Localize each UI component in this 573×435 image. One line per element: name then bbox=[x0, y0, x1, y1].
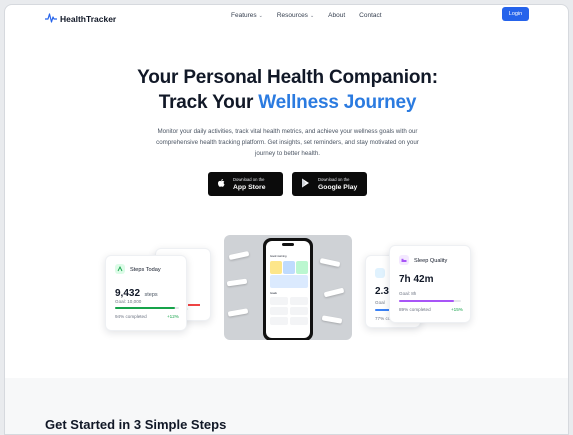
steps-card: Steps Today 9,432 steps Goal: 10,000 94%… bbox=[105, 255, 187, 331]
steps-progress-fill bbox=[115, 307, 176, 309]
steps-unit: steps bbox=[144, 292, 158, 298]
floating-tag bbox=[323, 287, 345, 298]
phone-section-label: Goals bbox=[270, 292, 277, 295]
hero-title-accent: Wellness Journey bbox=[258, 92, 417, 113]
sleep-goal: Goal: 8h bbox=[399, 291, 417, 296]
steps-delta: +12% bbox=[167, 314, 179, 319]
app-store-big: App Store bbox=[233, 184, 266, 191]
floating-tag bbox=[227, 308, 249, 317]
hero-title-line2: Track Your Wellness Journey bbox=[5, 90, 568, 115]
sleep-card-title: Sleep Quality bbox=[414, 258, 448, 264]
brand-logo[interactable]: HealthTracker bbox=[45, 10, 116, 28]
top-nav: HealthTracker Features ⌄ Resources ⌄ Abo… bbox=[5, 5, 568, 29]
floating-tag bbox=[321, 315, 343, 324]
phone-list-item bbox=[270, 297, 288, 305]
chevron-down-icon: ⌄ bbox=[309, 12, 315, 19]
sleep-card: Sleep Quality 7h 42m Goal: 8h 89% comple… bbox=[389, 245, 471, 323]
walking-icon bbox=[115, 264, 125, 274]
floating-tag bbox=[226, 278, 248, 287]
nav-item-label: Contact bbox=[359, 12, 382, 19]
brand-name: HealthTracker bbox=[60, 14, 117, 24]
steps-card-title: Steps Today bbox=[130, 267, 161, 273]
phone-tile-wide bbox=[270, 275, 308, 288]
water-drop-icon bbox=[375, 268, 385, 278]
phone-list-item bbox=[290, 317, 308, 325]
sleep-progress bbox=[399, 300, 461, 302]
phone-list-item bbox=[290, 297, 308, 305]
sleep-value: 7h 42m bbox=[399, 274, 434, 285]
floating-tag bbox=[319, 257, 341, 268]
play-store-icon bbox=[301, 175, 310, 193]
app-preview: Good morning Goals bbox=[224, 235, 352, 340]
phone-mockup: Good morning Goals bbox=[263, 238, 313, 340]
sleep-completed: 89% completed bbox=[399, 307, 431, 312]
browser-frame: HealthTracker Features ⌄ Resources ⌄ Abo… bbox=[4, 4, 569, 435]
nav-links: Features ⌄ Resources ⌄ About Contact bbox=[231, 12, 396, 19]
nav-item-resources[interactable]: Resources ⌄ bbox=[277, 12, 314, 19]
phone-screen: Good morning Goals bbox=[266, 241, 310, 338]
water-goal: Goal bbox=[375, 300, 385, 305]
google-play-text: Download on the Google Play bbox=[318, 176, 357, 192]
google-play-small: Download on the bbox=[318, 177, 350, 182]
steps-progress bbox=[115, 307, 179, 309]
hero-title-prefix: Track Your bbox=[158, 92, 259, 113]
nav-item-label: Features bbox=[231, 12, 257, 19]
phone-tile bbox=[283, 261, 295, 274]
nav-item-label: Resources bbox=[276, 12, 308, 19]
nav-item-contact[interactable]: Contact bbox=[359, 12, 381, 19]
heartbeat-icon bbox=[45, 10, 57, 28]
app-store-text: Download on the App Store bbox=[233, 176, 265, 192]
chevron-down-icon: ⌄ bbox=[258, 12, 263, 19]
hero-title: Your Personal Health Companion: Track Yo… bbox=[5, 65, 568, 115]
nav-item-label: About bbox=[328, 12, 346, 19]
steps-section-title: Get Started in 3 Simple Steps bbox=[45, 417, 227, 432]
back-card-bar bbox=[188, 304, 200, 306]
steps-goal: Goal: 10,000 bbox=[115, 299, 142, 304]
steps-chip bbox=[115, 264, 125, 274]
phone-header: Good morning bbox=[270, 255, 287, 258]
bed-icon bbox=[399, 255, 409, 265]
sleep-progress-fill bbox=[399, 300, 455, 302]
sleep-delta: +15% bbox=[451, 307, 463, 312]
google-play-button[interactable]: Download on the Google Play bbox=[292, 172, 367, 196]
phone-list-item bbox=[270, 307, 288, 315]
steps-value: 9,432 bbox=[115, 288, 141, 299]
phone-list-item bbox=[270, 317, 288, 325]
floating-tag bbox=[228, 250, 250, 261]
google-play-big: Google Play bbox=[318, 184, 358, 191]
phone-tile bbox=[296, 261, 308, 274]
water-value: 2.3 bbox=[375, 286, 389, 297]
login-button[interactable]: Login bbox=[502, 7, 529, 21]
nav-item-about[interactable]: About bbox=[328, 12, 345, 19]
app-store-small: Download on the bbox=[233, 177, 265, 182]
phone-list-item bbox=[290, 307, 308, 315]
apple-icon bbox=[217, 175, 225, 193]
hero-description: Monitor your daily activities, track vit… bbox=[156, 128, 419, 157]
phone-notch bbox=[282, 243, 294, 246]
steps-completed: 94% completed bbox=[115, 314, 147, 319]
app-store-button[interactable]: Download on the App Store bbox=[208, 172, 283, 196]
phone-tile bbox=[270, 261, 282, 274]
nav-item-features[interactable]: Features ⌄ bbox=[231, 12, 263, 19]
hero-title-line1: Your Personal Health Companion: bbox=[137, 67, 438, 88]
